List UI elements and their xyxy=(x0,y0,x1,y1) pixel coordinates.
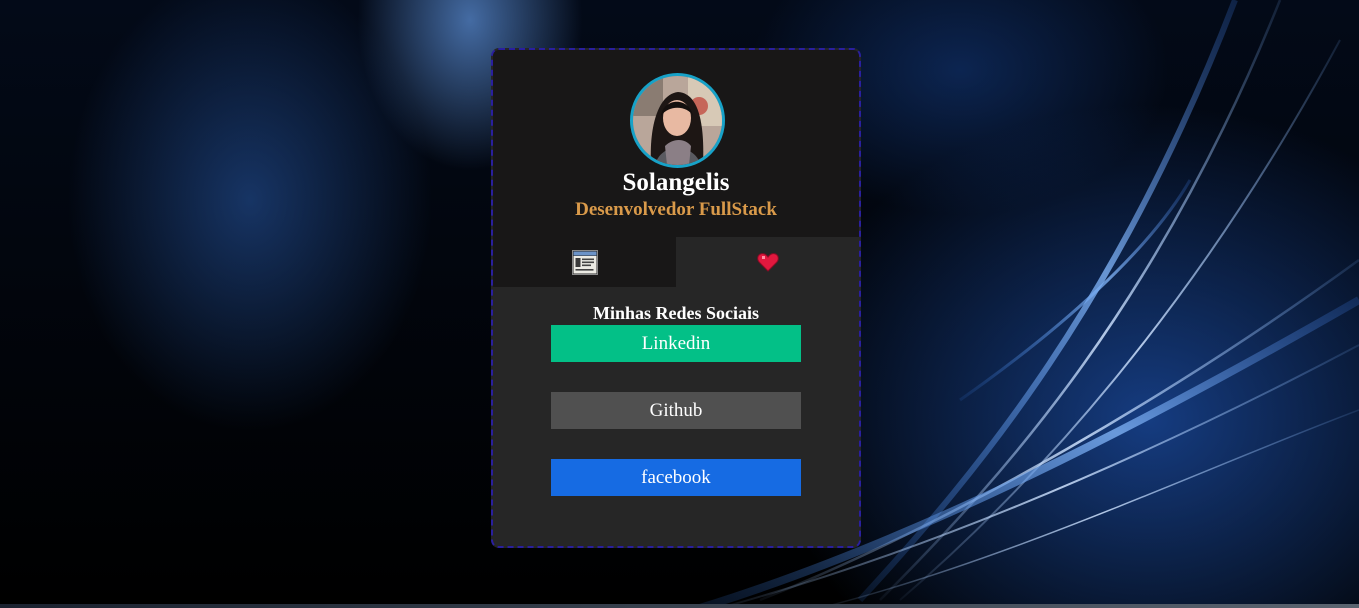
social-panel: Minhas Redes Sociais Linkedin Github fac… xyxy=(493,287,859,546)
profile-name: Solangelis xyxy=(622,169,730,196)
profile-role: Desenvolvedor FullStack xyxy=(575,199,777,220)
profile-card: Solangelis Desenvolvedor FullStack Minha xyxy=(491,48,861,548)
about-card-icon xyxy=(571,249,598,275)
facebook-button[interactable]: facebook xyxy=(551,459,801,496)
social-title: Minhas Redes Sociais xyxy=(592,303,760,323)
tab-about[interactable] xyxy=(493,237,676,287)
github-button[interactable]: Github xyxy=(551,392,801,429)
card-header: Solangelis Desenvolvedor FullStack xyxy=(493,50,859,237)
taskbar-edge xyxy=(0,604,1359,608)
profile-avatar xyxy=(630,73,725,168)
linkedin-button[interactable]: Linkedin xyxy=(551,325,801,362)
card-tabs xyxy=(493,237,859,287)
tab-social[interactable] xyxy=(676,237,859,287)
profile-photo-icon xyxy=(633,76,722,165)
heart-icon xyxy=(756,253,779,272)
